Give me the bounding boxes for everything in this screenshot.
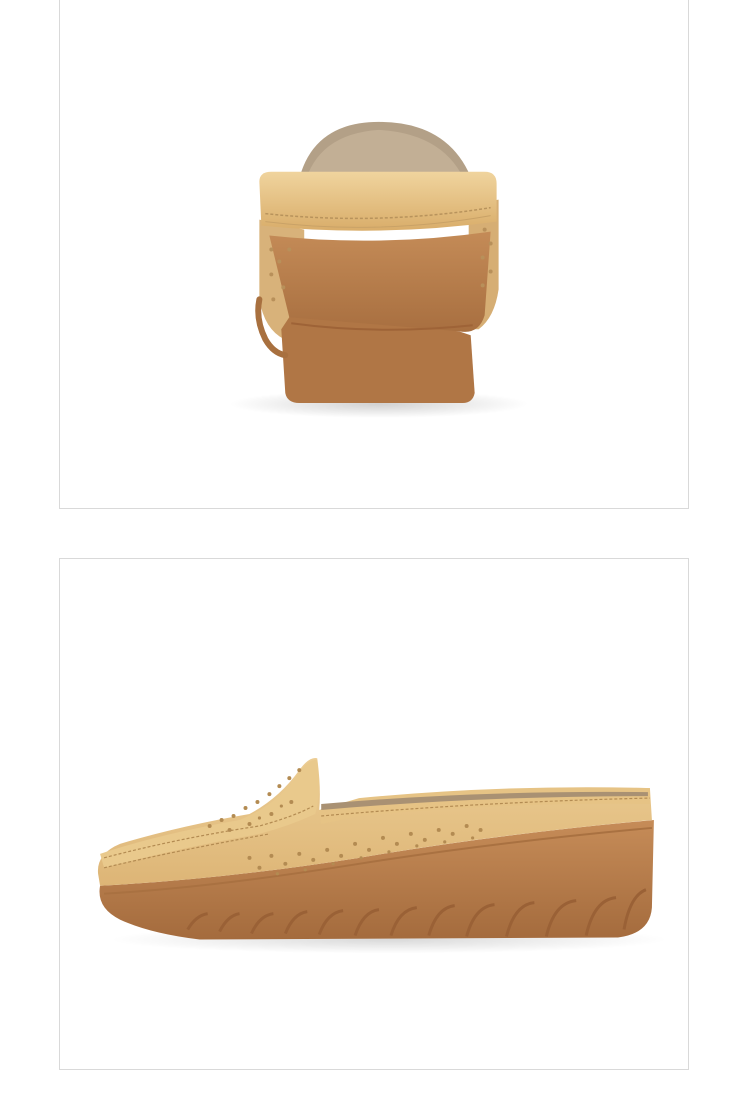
product-photo-back-view — [59, 0, 689, 509]
shoe-side-view-illustration — [97, 757, 668, 954]
product-photo-side-view — [59, 558, 689, 1070]
shoe-back-view-illustration — [229, 121, 529, 418]
heel-collar — [259, 171, 497, 231]
wedge-sole-upper — [269, 231, 491, 332]
